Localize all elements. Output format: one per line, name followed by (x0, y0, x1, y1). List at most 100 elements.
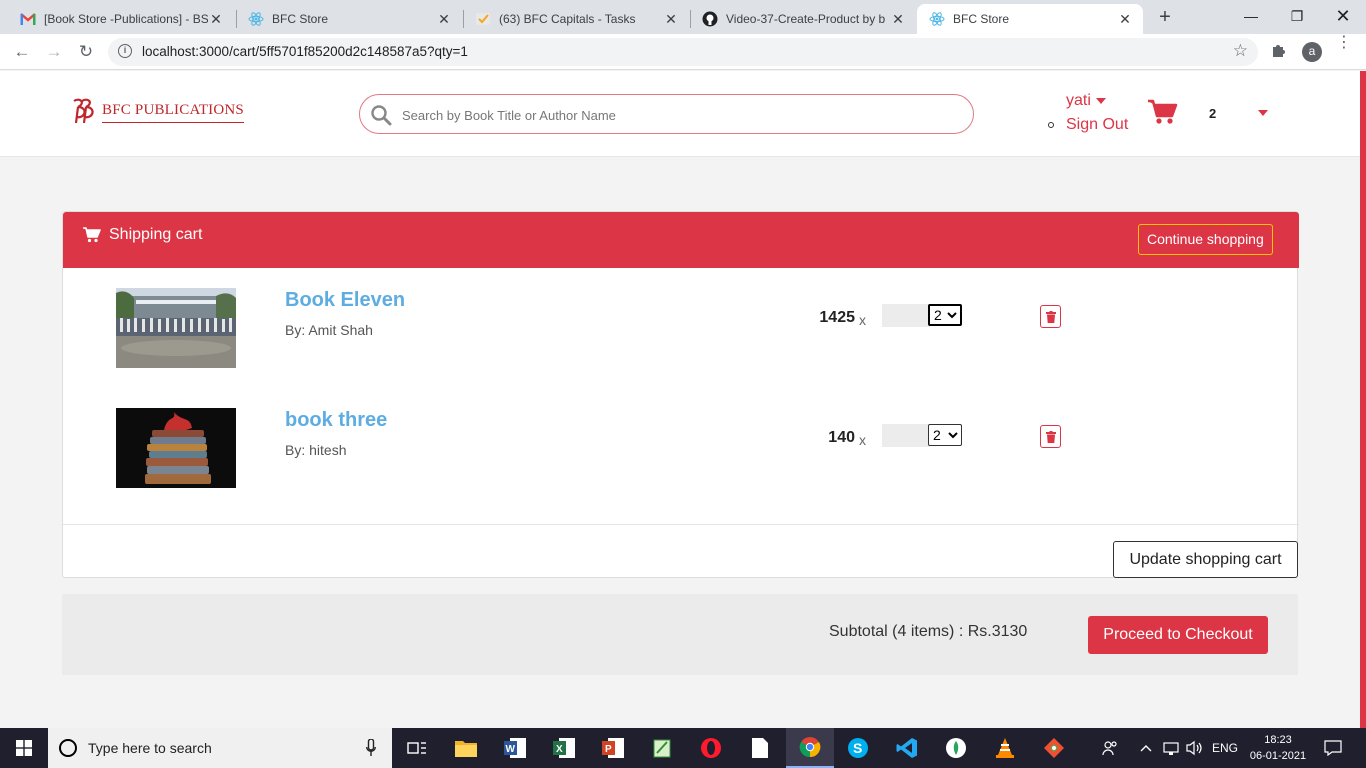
close-icon[interactable]: ✕ (208, 11, 224, 28)
svg-text:W: W (506, 744, 516, 755)
svg-text:X: X (556, 744, 563, 755)
taskbar-file[interactable] (736, 728, 784, 768)
taskbar-search[interactable]: Type here to search (48, 728, 392, 768)
taskbar-powerpoint[interactable]: P (589, 728, 637, 768)
chevron-up-icon[interactable] (1140, 728, 1152, 768)
task-view-button[interactable] (393, 728, 441, 768)
site-logo[interactable]: BFC PUBLICATIONS (68, 97, 244, 127)
browser-tab-title: BFC Store (953, 12, 1010, 26)
address-bar[interactable]: i localhost:3000/cart/5ff5701f85200d2c14… (108, 38, 1258, 66)
browser-tab-2[interactable]: (63) BFC Capitals - Tasks ✕ (463, 4, 689, 34)
page-content: BFC PUBLICATIONS yati Sign Out 2 (0, 71, 1360, 728)
bookmark-star-icon[interactable]: ☆ (1233, 41, 1248, 61)
browser-tab-3[interactable]: Video-37-Create-Product by b ✕ (690, 4, 916, 34)
taskbar-vscode[interactable] (883, 728, 931, 768)
notifications-icon[interactable] (1324, 728, 1342, 768)
extensions-icon[interactable] (1270, 42, 1286, 63)
bullet-icon (1048, 122, 1054, 128)
cart-icon[interactable] (1148, 99, 1178, 125)
sign-out-link[interactable]: Sign Out (1066, 116, 1128, 134)
search-input[interactable] (402, 104, 942, 126)
info-icon[interactable]: i (118, 44, 132, 58)
multiply-sign: x (859, 312, 866, 328)
search-icon[interactable] (370, 104, 392, 126)
system-clock[interactable]: 18:23 06-01-2021 (1248, 732, 1308, 764)
reload-button[interactable]: ↻ (74, 40, 98, 64)
order-summary: Subtotal (4 items) : Rs.3130 Proceed to … (62, 594, 1298, 675)
close-icon[interactable]: ✕ (1117, 11, 1133, 28)
task-view-icon (407, 742, 426, 754)
network-icon[interactable] (1162, 728, 1180, 768)
search-box (359, 94, 974, 134)
window-close-button[interactable]: ✕ (1320, 4, 1366, 28)
back-button[interactable]: ← (10, 40, 34, 64)
windows-start-button[interactable] (0, 728, 48, 768)
close-icon[interactable]: ✕ (890, 11, 906, 28)
book-title-link[interactable]: Book Eleven (285, 289, 405, 312)
update-cart-button[interactable]: Update shopping cart (1113, 541, 1298, 578)
taskbar-search-text: Type here to search (88, 740, 212, 756)
caret-down-icon (1095, 98, 1106, 104)
delete-item-button[interactable] (1040, 425, 1061, 448)
browser-tab-title: Video-37-Create-Product by b (726, 12, 886, 26)
logo-mark-icon (73, 98, 94, 124)
github-icon (702, 11, 718, 27)
book-cover-image[interactable] (116, 288, 236, 368)
taskbar-git[interactable] (1030, 728, 1078, 768)
taskbar-word[interactable]: W (491, 728, 539, 768)
taskbar-skype[interactable]: S (834, 728, 882, 768)
taskbar-file-explorer[interactable] (442, 728, 490, 768)
browser-menu-icon[interactable]: ⋮ (1336, 35, 1352, 51)
taskbar-editor[interactable] (638, 728, 686, 768)
clock-time: 18:23 (1264, 734, 1292, 746)
book-author: By: hitesh (285, 442, 347, 458)
continue-shopping-button[interactable]: Continue shopping (1138, 224, 1273, 255)
taskbar-excel[interactable]: X (540, 728, 588, 768)
vscode-icon (896, 738, 917, 758)
volume-icon[interactable] (1186, 728, 1204, 768)
gmail-icon (20, 11, 36, 27)
browser-tab-title: BFC Store (272, 12, 329, 26)
browser-tab-0[interactable]: [Book Store -Publications] - BS ✕ (8, 4, 234, 34)
cart-card: Shipping cart Continue shopping Book Ele… (62, 211, 1299, 578)
item-price: 1425 (819, 309, 855, 326)
notepad-icon (653, 739, 671, 758)
address-url[interactable]: localhost:3000/cart/5ff5701f85200d2c1485… (142, 44, 468, 59)
people-icon[interactable] (1102, 728, 1118, 768)
taskbar-chrome[interactable] (786, 728, 834, 768)
taskbar-opera[interactable] (687, 728, 735, 768)
quantity-select[interactable]: 1 2 3 4 5 (928, 304, 962, 326)
close-icon[interactable]: ✕ (663, 11, 679, 28)
forward-button[interactable]: → (42, 40, 66, 64)
opera-icon (701, 738, 721, 758)
book-title-link[interactable]: book three (285, 409, 387, 432)
item-price-wrap: 140 (795, 429, 855, 447)
minimize-button[interactable]: — (1228, 4, 1274, 28)
quantity-select[interactable]: 1 2 3 4 5 (928, 424, 962, 446)
browser-tab-4[interactable]: BFC Store ✕ (917, 4, 1143, 34)
new-tab-button[interactable]: + (1154, 6, 1176, 28)
browser-tab-title: [Book Store -Publications] - BS (44, 12, 208, 26)
git-icon (1044, 738, 1064, 758)
microphone-icon[interactable] (366, 739, 376, 757)
profile-avatar[interactable]: a (1302, 42, 1322, 62)
cart-item: book three By: hitesh 140 x 1 2 3 4 5 (63, 408, 1299, 528)
trash-icon (1045, 430, 1056, 443)
user-dropdown[interactable]: yati (1066, 92, 1106, 110)
language-indicator[interactable]: ENG (1212, 728, 1238, 768)
delete-item-button[interactable] (1040, 305, 1061, 328)
page-scrollbar[interactable] (1360, 71, 1366, 728)
folder-icon (455, 741, 477, 757)
caret-down-icon[interactable] (1258, 110, 1268, 116)
book-cover-image[interactable] (116, 408, 236, 488)
taskbar-vlc[interactable] (981, 728, 1029, 768)
taskbar: Type here to search W X P S ENG 18:23 06… (0, 728, 1366, 768)
taskbar-whatsapp[interactable] (932, 728, 980, 768)
close-icon[interactable]: ✕ (436, 11, 452, 28)
cart-count: 2 (1209, 106, 1217, 121)
checkout-button[interactable]: Proceed to Checkout (1088, 616, 1268, 654)
sign-out-item[interactable]: Sign Out (1048, 116, 1128, 134)
browser-tab-title: (63) BFC Capitals - Tasks (499, 12, 636, 26)
restore-button[interactable]: ❐ (1274, 4, 1320, 28)
browser-tab-1[interactable]: BFC Store ✕ (236, 4, 462, 34)
